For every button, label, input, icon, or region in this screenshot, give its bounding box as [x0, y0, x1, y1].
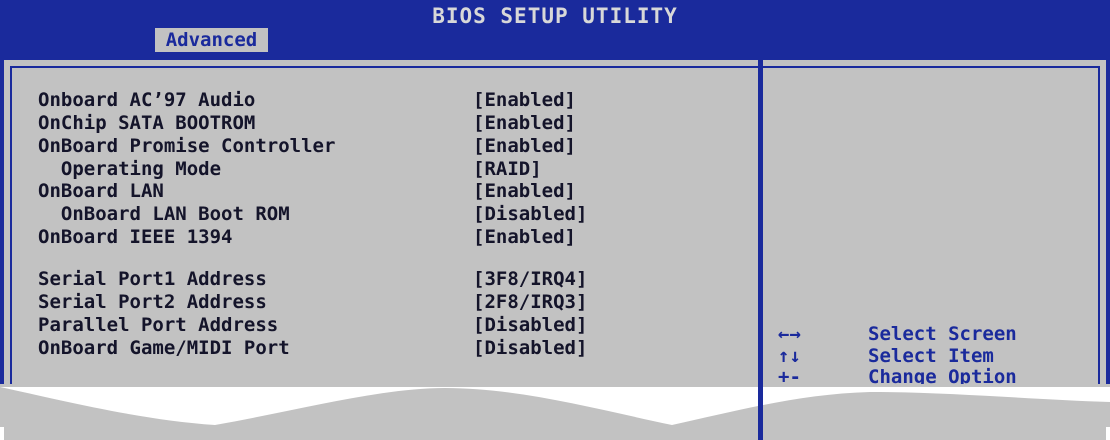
setting-label: OnChip SATA BOOTROM	[38, 112, 256, 134]
setting-value[interactable]: [Disabled]	[473, 337, 587, 359]
setting-label: Serial Port2 Address	[38, 291, 267, 313]
bios-screen: BIOS SETUP UTILITY Advanced Onboard AC’9…	[0, 0, 1110, 440]
help-select-screen: ←→ Select Screen	[778, 323, 1108, 345]
setting-parallel-port-address[interactable]: Parallel Port Address [Disabled]	[38, 314, 738, 338]
help-description: Select Item	[868, 345, 994, 367]
up-down-arrows-icon: ↑↓	[778, 345, 801, 367]
setting-label: OnBoard LAN	[38, 180, 164, 202]
torn-edge	[0, 380, 1110, 427]
left-right-arrows-icon: ←→	[778, 323, 801, 345]
setting-onchip-sata-bootrom[interactable]: OnChip SATA BOOTROM [Enabled]	[38, 112, 738, 136]
setting-value[interactable]: [3F8/IRQ4]	[473, 268, 587, 290]
setting-serial-port1-address[interactable]: Serial Port1 Address [3F8/IRQ4]	[38, 268, 738, 292]
setting-label: Parallel Port Address	[38, 314, 279, 336]
setting-label: Onboard AC’97 Audio	[38, 89, 256, 111]
setting-onboard-ac97-audio[interactable]: Onboard AC’97 Audio [Enabled]	[38, 89, 738, 113]
setting-value[interactable]: [Enabled]	[473, 112, 576, 134]
bios-title: BIOS SETUP UTILITY	[432, 4, 678, 28]
setting-value[interactable]: [Enabled]	[473, 135, 576, 157]
setting-onboard-game-midi-port[interactable]: OnBoard Game/MIDI Port [Disabled]	[38, 337, 738, 361]
setting-value[interactable]: [Disabled]	[473, 203, 587, 225]
help-description: Select Screen	[868, 323, 1017, 345]
setting-label: OnBoard Promise Controller	[38, 135, 336, 157]
setting-value[interactable]: [Enabled]	[473, 89, 576, 111]
tab-advanced[interactable]: Advanced	[155, 28, 268, 52]
setting-label: OnBoard Game/MIDI Port	[38, 337, 290, 359]
setting-operating-mode[interactable]: Operating Mode [RAID]	[38, 158, 738, 182]
setting-onboard-ieee-1394[interactable]: OnBoard IEEE 1394 [Enabled]	[38, 226, 738, 250]
setting-label: Serial Port1 Address	[38, 268, 267, 290]
setting-label: OnBoard IEEE 1394	[38, 226, 233, 248]
setting-value[interactable]: [Enabled]	[473, 226, 576, 248]
setting-onboard-promise-controller[interactable]: OnBoard Promise Controller [Enabled]	[38, 135, 738, 159]
help-select-item: ↑↓ Select Item	[778, 345, 1108, 367]
setting-value[interactable]: [2F8/IRQ3]	[473, 291, 587, 313]
setting-label: OnBoard LAN Boot ROM	[38, 203, 290, 225]
panel-frame-left	[10, 66, 12, 386]
header-bar: BIOS SETUP UTILITY Advanced	[0, 0, 1110, 52]
setting-value[interactable]: [Disabled]	[473, 314, 587, 336]
setting-value[interactable]: [Enabled]	[473, 180, 576, 202]
panel-frame-top	[10, 66, 1100, 68]
setting-serial-port2-address[interactable]: Serial Port2 Address [2F8/IRQ3]	[38, 291, 738, 315]
setting-label: Operating Mode	[38, 158, 222, 180]
setting-onboard-lan-boot-rom[interactable]: OnBoard LAN Boot ROM [Disabled]	[38, 203, 738, 227]
setting-value[interactable]: [RAID]	[473, 158, 542, 180]
setting-onboard-lan[interactable]: OnBoard LAN [Enabled]	[38, 180, 738, 204]
